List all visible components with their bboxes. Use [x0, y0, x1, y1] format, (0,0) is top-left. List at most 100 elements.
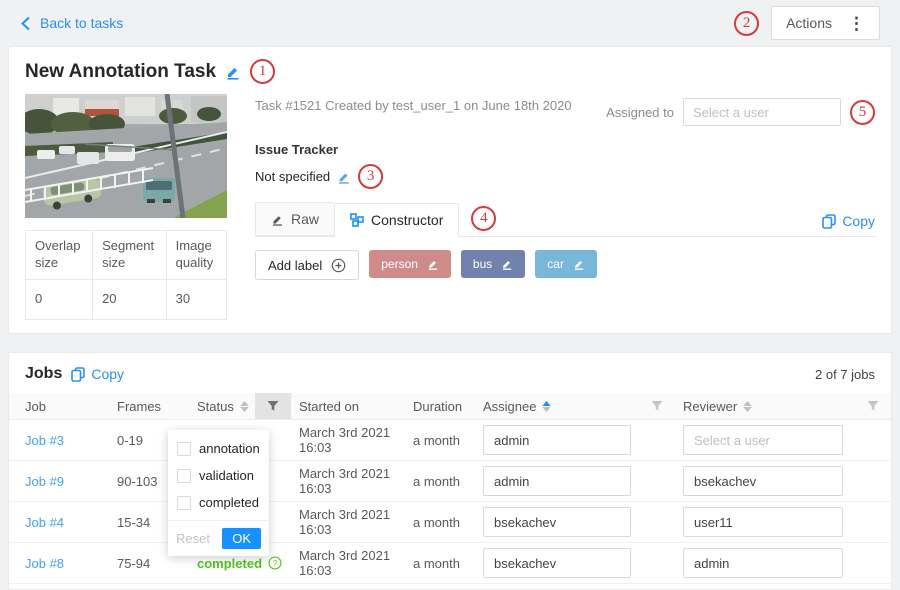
funnel-icon	[867, 400, 879, 412]
filter-option-completed[interactable]: completed	[168, 489, 269, 516]
edit-label-icon[interactable]	[573, 258, 585, 270]
job-row-8: Job #8 75-94 completed ? March 3rd 2021 …	[9, 543, 891, 584]
topbar-right: 2 Actions ⋮	[734, 6, 880, 40]
checkbox-validation[interactable]	[177, 469, 191, 483]
issue-tracker-value: Not specified	[255, 169, 330, 184]
col-frames[interactable]: Frames	[109, 399, 189, 414]
copy-labels-button[interactable]: Copy	[822, 213, 875, 229]
job-9-started: March 3rd 2021 16:03	[291, 466, 405, 496]
job-8-link[interactable]: Job #8	[25, 556, 64, 571]
job-9-assignee-input[interactable]	[483, 466, 631, 496]
status-filter-button[interactable]	[255, 393, 291, 419]
edit-label-icon[interactable]	[501, 258, 513, 270]
question-circle-icon[interactable]: ?	[268, 556, 282, 570]
tab-raw[interactable]: Raw	[255, 202, 334, 236]
job-8-assignee-input[interactable]	[483, 548, 631, 578]
back-label: Back to tasks	[40, 15, 123, 31]
annotation-marker-2: 2	[734, 11, 759, 36]
back-to-tasks-link[interactable]: Back to tasks	[20, 15, 123, 31]
edit-issue-tracker-icon[interactable]	[337, 170, 351, 184]
filter-option-validation-label: validation	[199, 468, 254, 483]
label-chip-bus-text: bus	[473, 257, 492, 271]
label-chip-person[interactable]: person	[369, 250, 451, 278]
task-meta-text: Task #1521 Created by test_user_1 on Jun…	[255, 98, 572, 113]
col-duration[interactable]: Duration	[405, 399, 475, 414]
filter-footer: Reset OK	[168, 520, 269, 556]
filter-option-validation[interactable]: validation	[168, 462, 269, 489]
job-3-assignee-input[interactable]	[483, 425, 631, 455]
job-9-reviewer-input[interactable]	[683, 466, 843, 496]
annotation-marker-5: 5	[850, 100, 875, 125]
cvat-task-page: Back to tasks 2 Actions ⋮ New Annotation…	[0, 0, 900, 590]
checkbox-annotation[interactable]	[177, 442, 191, 456]
jobs-header: Jobs Copy 2 of 7 jobs	[9, 363, 891, 393]
task-details-card: New Annotation Task 1	[8, 46, 892, 334]
job-4-link[interactable]: Job #4	[25, 515, 64, 530]
task-body: Overlap size Segment size Image quality …	[25, 94, 875, 337]
blocks-icon	[350, 213, 364, 227]
edit-label-icon[interactable]	[427, 258, 439, 270]
filter-option-completed-label: completed	[199, 495, 259, 510]
job-3-reviewer-input[interactable]	[683, 425, 843, 455]
filter-ok-button[interactable]: OK	[222, 528, 261, 549]
col-status[interactable]: Status	[189, 399, 255, 414]
annotation-marker-4: 4	[471, 206, 496, 231]
job-row-3: Job #3 0-19 March 3rd 2021 16:03 a month	[9, 420, 891, 461]
task-preview-image	[25, 94, 227, 218]
jobs-count: 2 of 7 jobs	[815, 367, 875, 382]
copy-jobs-button[interactable]: Copy	[71, 366, 124, 382]
jobs-title: Jobs	[25, 365, 62, 383]
jobs-card: Jobs Copy 2 of 7 jobs Job Frames Status …	[8, 352, 892, 590]
job-8-reviewer-input[interactable]	[683, 548, 843, 578]
filter-reset-button[interactable]: Reset	[176, 531, 210, 546]
job-8-started: March 3rd 2021 16:03	[291, 548, 405, 578]
filter-option-annotation[interactable]: annotation	[168, 435, 269, 462]
label-chip-person-text: person	[381, 257, 418, 271]
topbar: Back to tasks 2 Actions ⋮	[0, 0, 900, 46]
status-sort-icon[interactable]	[240, 401, 249, 412]
assigned-to-label: Assigned to	[606, 105, 674, 120]
col-reviewer[interactable]: Reviewer	[675, 399, 855, 414]
param-value-overlap: 0	[26, 279, 93, 319]
job-9-duration: a month	[405, 474, 475, 489]
assignee-filter-button[interactable]	[639, 393, 675, 419]
reviewer-filter-button[interactable]	[855, 393, 891, 419]
assigned-to-group: Assigned to 5	[606, 98, 875, 126]
col-started-on[interactable]: Started on	[291, 399, 405, 414]
labels-tabbar: Raw Constructor 4 Copy	[255, 202, 875, 237]
job-4-reviewer-input[interactable]	[683, 507, 843, 537]
task-right-column: Task #1521 Created by test_user_1 on Jun…	[255, 94, 875, 337]
labels-editor: Raw Constructor 4 Copy	[255, 202, 875, 337]
job-3-link[interactable]: Job #3	[25, 433, 64, 448]
job-4-started: March 3rd 2021 16:03	[291, 507, 405, 537]
job-3-started: March 3rd 2021 16:03	[291, 425, 405, 455]
checkbox-completed[interactable]	[177, 496, 191, 510]
actions-label: Actions	[786, 15, 832, 31]
job-3-duration: a month	[405, 433, 475, 448]
assignee-sort-icon[interactable]	[542, 401, 551, 412]
job-8-status: completed	[197, 556, 262, 571]
job-row-9: Job #9 90-103 March 3rd 2021 16:03 a mon…	[9, 461, 891, 502]
job-9-link[interactable]: Job #9	[25, 474, 64, 489]
chevron-left-icon	[20, 16, 31, 31]
copy-labels-label: Copy	[842, 213, 875, 229]
reviewer-sort-icon[interactable]	[743, 401, 752, 412]
tab-raw-label: Raw	[291, 211, 319, 227]
tab-constructor-label: Constructor	[371, 212, 443, 228]
task-assignee-input[interactable]	[683, 98, 841, 126]
label-chip-car[interactable]: car	[535, 250, 597, 278]
tab-constructor[interactable]: Constructor	[334, 203, 459, 237]
jobs-table-header: Job Frames Status Started on Duration As…	[9, 393, 891, 420]
job-4-assignee-input[interactable]	[483, 507, 631, 537]
col-assignee[interactable]: Assignee	[475, 399, 639, 414]
edit-task-name-icon[interactable]	[225, 64, 241, 80]
funnel-icon	[267, 400, 279, 412]
actions-button[interactable]: Actions ⋮	[771, 6, 880, 40]
col-job[interactable]: Job	[9, 399, 109, 414]
svg-text:?: ?	[273, 559, 278, 568]
label-chip-bus[interactable]: bus	[461, 250, 525, 278]
job-4-duration: a month	[405, 515, 475, 530]
issue-tracker-label: Issue Tracker	[255, 142, 875, 157]
task-title-row: New Annotation Task 1	[25, 59, 875, 84]
add-label-button[interactable]: Add label	[255, 250, 359, 280]
